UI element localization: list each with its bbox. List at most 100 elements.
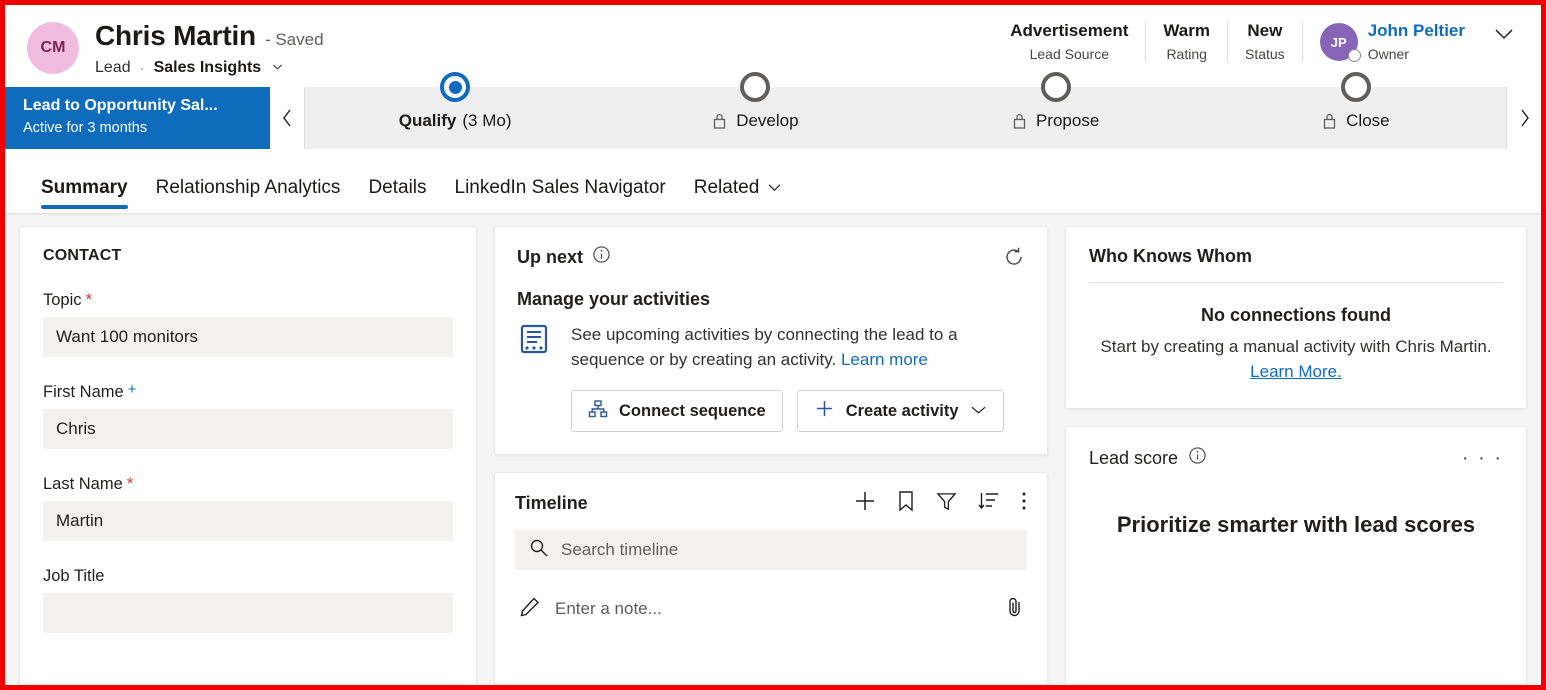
connect-sequence-button[interactable]: Connect sequence <box>571 390 783 432</box>
lead-score-card: Lead score · · · Prioritize smarter with… <box>1065 426 1527 685</box>
header-expand-button[interactable] <box>1475 21 1521 62</box>
stage-marker-icon <box>1341 72 1371 102</box>
timeline-header: Timeline <box>515 490 1027 517</box>
header-field-label: Lead Source <box>1030 46 1109 62</box>
tab-related[interactable]: Related <box>680 177 797 213</box>
field-label-row: Last Name * <box>43 475 453 494</box>
app-area-label: Sales Insights <box>154 59 262 77</box>
right-column: Who Knows Whom No connections found Star… <box>1065 226 1527 685</box>
attachment-icon[interactable] <box>1007 596 1023 623</box>
save-state-label: - Saved <box>265 30 324 50</box>
title-block: Chris Martin - Saved Lead · Sales Insigh… <box>95 18 324 77</box>
lead-score-more-options-icon[interactable]: · · · <box>1462 448 1503 468</box>
who-knows-whom-title: Who Knows Whom <box>1089 246 1503 283</box>
process-stage-close[interactable]: Close <box>1206 87 1506 149</box>
timeline-search-input[interactable]: Search timeline <box>515 530 1027 570</box>
timeline-note-input[interactable]: Enter a note... <box>515 587 1027 631</box>
process-stage-propose[interactable]: Propose <box>906 87 1206 149</box>
header-fields: Advertisement Lead Source Warm Rating Ne… <box>993 18 1521 62</box>
stage-marker-icon <box>740 72 770 102</box>
record-header-panel: CM Chris Martin - Saved Lead · Sales Ins… <box>5 5 1541 213</box>
owner-avatar-initials: JP <box>1331 35 1347 50</box>
learn-more-link[interactable]: Learn more <box>841 350 928 369</box>
info-icon[interactable] <box>1188 446 1207 470</box>
form-field-first-name: First Name + Chris <box>43 383 453 449</box>
last-name-input[interactable]: Martin <box>43 501 453 541</box>
tab-details[interactable]: Details <box>354 177 440 213</box>
search-icon <box>529 538 549 563</box>
up-next-header: Up next <box>517 245 1025 269</box>
button-label: Create activity <box>846 402 959 421</box>
process-flow-title[interactable]: Lead to Opportunity Sal... Active for 3 … <box>5 87 270 149</box>
process-prev-button[interactable] <box>270 87 305 149</box>
process-stage-develop[interactable]: Develop <box>605 87 905 149</box>
chevron-down-icon[interactable] <box>271 60 284 76</box>
chevron-down-icon <box>767 177 782 199</box>
up-next-actions: Connect sequence Create activity <box>571 390 1025 432</box>
left-column: CONTACT Topic * Want 100 monitors First … <box>19 226 477 685</box>
topic-input[interactable]: Want 100 monitors <box>43 317 453 357</box>
refresh-icon[interactable] <box>1003 246 1025 268</box>
timeline-title: Timeline <box>515 493 588 514</box>
header-field-rating[interactable]: Warm Rating <box>1145 21 1227 62</box>
contact-section-title: CONTACT <box>43 247 453 265</box>
record-title-line: Chris Martin - Saved <box>95 20 324 52</box>
sort-icon[interactable] <box>978 491 1000 517</box>
plus-icon <box>814 398 835 424</box>
header-field-status[interactable]: New Status <box>1227 21 1302 62</box>
required-asterisk-icon: * <box>86 291 93 308</box>
tab-label: Related <box>694 177 760 199</box>
process-name: Lead to Opportunity Sal... <box>23 97 254 115</box>
info-icon[interactable] <box>592 245 611 269</box>
field-label: Topic <box>43 291 82 310</box>
more-options-icon[interactable] <box>1021 490 1027 517</box>
form-field-last-name: Last Name * Martin <box>43 475 453 541</box>
header-field-lead-source[interactable]: Advertisement Lead Source <box>993 21 1145 62</box>
create-activity-button[interactable]: Create activity <box>797 390 1004 432</box>
tab-label: LinkedIn Sales Navigator <box>455 177 666 199</box>
entity-type-label: Lead <box>95 59 131 77</box>
header-field-value: New <box>1247 21 1282 41</box>
header-field-value: Warm <box>1163 21 1210 41</box>
field-label: Job Title <box>43 567 104 586</box>
owner-name-link[interactable]: John Peltier <box>1368 21 1465 41</box>
bookmark-icon[interactable] <box>897 490 915 517</box>
tab-label: Summary <box>41 177 128 199</box>
lead-score-title: Lead score <box>1089 448 1178 469</box>
up-next-subtitle: Manage your activities <box>517 289 1025 310</box>
field-label-row: Topic * <box>43 291 453 310</box>
header-field-owner[interactable]: JP John Peltier Owner <box>1302 21 1475 62</box>
filter-icon[interactable] <box>936 491 957 517</box>
tab-summary[interactable]: Summary <box>35 177 142 213</box>
learn-more-link[interactable]: Learn More. <box>1250 362 1342 381</box>
process-stages: Qualify (3 Mo) Develop Propose <box>305 87 1506 149</box>
tab-linkedin-sales-navigator[interactable]: LinkedIn Sales Navigator <box>441 177 680 213</box>
no-connections-description: Start by creating a manual activity with… <box>1089 335 1503 384</box>
header-field-label: Status <box>1245 46 1285 62</box>
lead-score-header: Lead score · · · <box>1089 446 1503 470</box>
description-text: Start by creating a manual activity with… <box>1100 337 1491 356</box>
presence-icon <box>1348 49 1361 62</box>
stage-duration: (3 Mo) <box>462 111 511 131</box>
process-active-duration: Active for 3 months <box>23 120 254 136</box>
process-next-button[interactable] <box>1506 87 1541 149</box>
job-title-input[interactable] <box>43 593 453 633</box>
field-label: Last Name <box>43 475 123 494</box>
owner-label: Owner <box>1368 46 1465 62</box>
timeline-card: Timeline <box>494 472 1048 685</box>
tab-relationship-analytics[interactable]: Relationship Analytics <box>142 177 355 213</box>
form-field-job-title: Job Title <box>43 567 453 633</box>
header-field-label: Rating <box>1166 46 1206 62</box>
record-header: CM Chris Martin - Saved Lead · Sales Ins… <box>5 5 1541 83</box>
avatar: CM <box>27 22 79 74</box>
process-stage-qualify[interactable]: Qualify (3 Mo) <box>305 87 605 149</box>
add-icon[interactable] <box>854 490 876 517</box>
stage-marker-icon <box>1041 72 1071 102</box>
contact-card: CONTACT Topic * Want 100 monitors First … <box>19 226 477 685</box>
hierarchy-icon <box>588 399 608 424</box>
stage-label: Propose <box>1036 111 1099 131</box>
chevron-down-icon[interactable] <box>970 402 987 421</box>
first-name-input[interactable]: Chris <box>43 409 453 449</box>
form-field-topic: Topic * Want 100 monitors <box>43 291 453 357</box>
tab-label: Relationship Analytics <box>156 177 341 199</box>
